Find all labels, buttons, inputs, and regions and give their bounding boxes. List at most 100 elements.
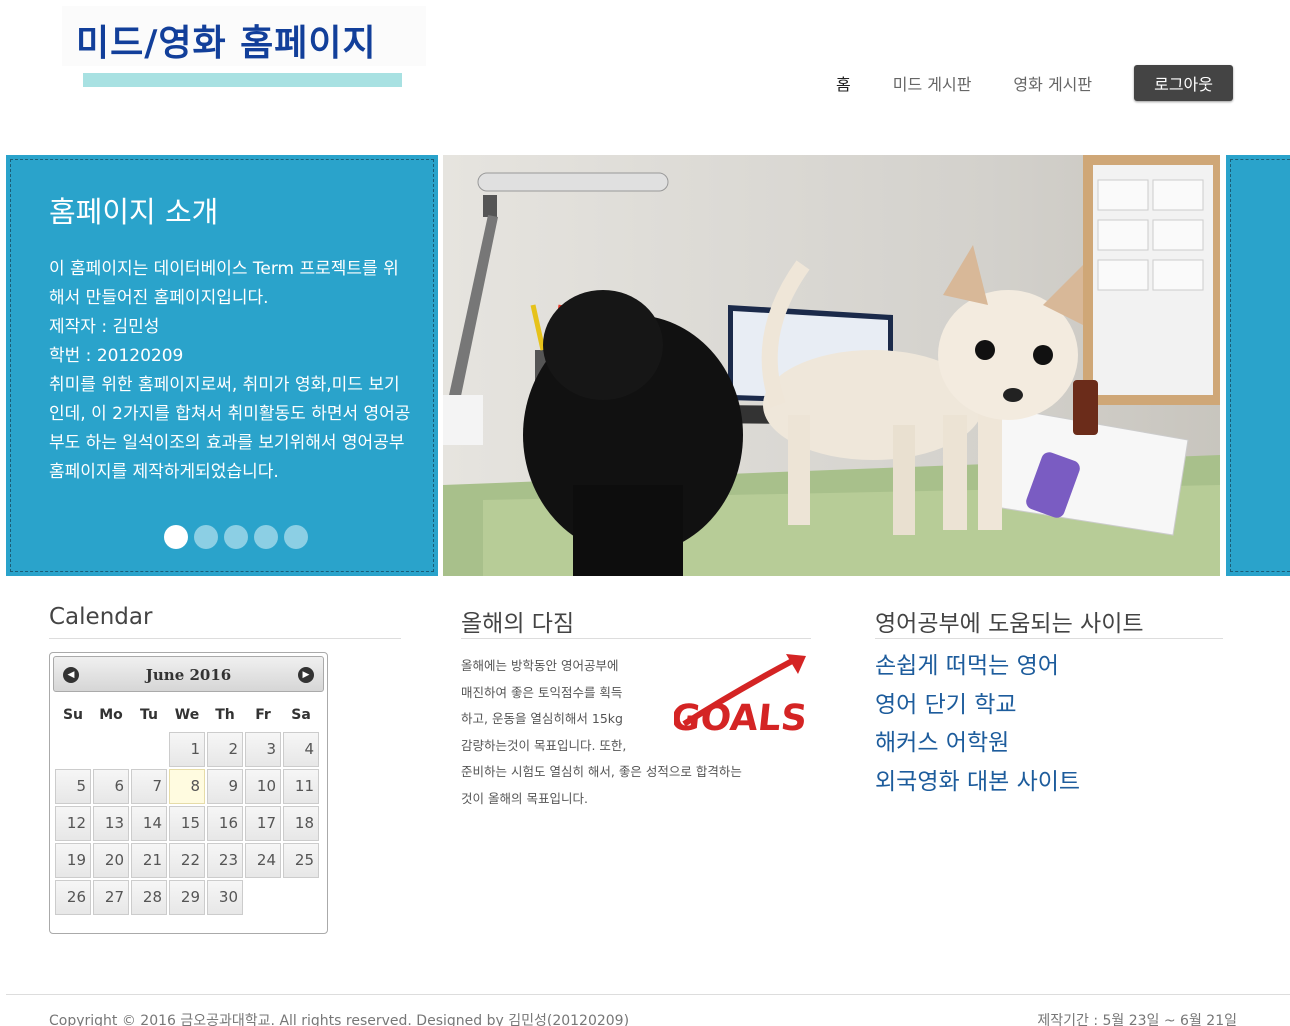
footer-copyright: Copyright © 2016 금오공과대학교. All rights res… <box>49 1013 630 1026</box>
nav-movie-board-link[interactable]: 영화 게시판 <box>1013 71 1092 95</box>
link-easy-english[interactable]: 손쉽게 떠먹는 영어 <box>875 647 1080 686</box>
calendar-day-cell[interactable]: 2 <box>207 732 243 767</box>
calendar-day-cell[interactable]: 21 <box>131 843 167 878</box>
calendar-day[interactable]: 28 <box>131 880 167 915</box>
calendar-day[interactable]: 5 <box>55 769 91 804</box>
calendar-day[interactable]: 17 <box>245 806 281 841</box>
calendar-day-cell[interactable]: 11 <box>283 769 319 804</box>
goals-word: GOALS <box>674 697 809 737</box>
calendar-day-cell[interactable]: 17 <box>245 806 281 841</box>
calendar-day[interactable]: 24 <box>245 843 281 878</box>
calendar-day-cell[interactable]: 5 <box>55 769 91 804</box>
calendar-day-cell[interactable]: 8 <box>169 769 205 804</box>
calendar-day[interactable]: 4 <box>283 732 319 767</box>
site-logo-title[interactable]: 미드/영화 홈페이지 <box>76 14 377 66</box>
footer-divider <box>6 994 1290 995</box>
calendar-day-cell[interactable]: 3 <box>245 732 281 767</box>
calendar-weekday: Th <box>215 707 235 723</box>
link-hackers-academy[interactable]: 해커스 어학원 <box>875 724 1080 763</box>
calendar-day[interactable]: 20 <box>93 843 129 878</box>
next-circle-icon[interactable]: ▶ <box>298 667 314 683</box>
calendar-day[interactable]: 2 <box>207 732 243 767</box>
slider-dot[interactable] <box>164 525 188 549</box>
calendar-day[interactable]: 13 <box>93 806 129 841</box>
resolution-section-title: 올해의 다짐 <box>461 611 575 637</box>
calendar-day-cell[interactable]: 27 <box>93 880 129 915</box>
calendar-day-cell[interactable]: 4 <box>283 732 319 767</box>
goals-image: GOALS <box>669 652 812 739</box>
calendar-day[interactable]: 18 <box>283 806 319 841</box>
calendar-day[interactable]: 19 <box>55 843 91 878</box>
calendar-day[interactable]: 9 <box>207 769 243 804</box>
dogs-photo-illustration <box>443 155 1220 576</box>
calendar-day[interactable]: 14 <box>131 806 167 841</box>
calendar-day-cell[interactable]: 20 <box>93 843 129 878</box>
calendar-day[interactable]: 3 <box>245 732 281 767</box>
calendar-day-cell[interactable]: 25 <box>283 843 319 878</box>
calendar-day-cell[interactable]: 22 <box>169 843 205 878</box>
slider-dot[interactable] <box>194 525 218 549</box>
slider-dot[interactable] <box>284 525 308 549</box>
calendar-day[interactable]: 15 <box>169 806 205 841</box>
resolution-line: 것이 올해의 목표입니다. <box>461 790 588 806</box>
calendar-day[interactable]: 29 <box>169 880 205 915</box>
logo-underline-bar <box>83 73 402 87</box>
calendar-day-cell[interactable]: 24 <box>245 843 281 878</box>
calendar-empty-cell <box>55 732 91 767</box>
calendar-day-cell[interactable]: 23 <box>207 843 243 878</box>
calendar-day[interactable]: 30 <box>207 880 243 915</box>
calendar-day-cell[interactable]: 28 <box>131 880 167 915</box>
calendar-day-cell[interactable]: 16 <box>207 806 243 841</box>
calendar-day[interactable]: 7 <box>131 769 167 804</box>
calendar-day[interactable]: 11 <box>283 769 319 804</box>
calendar-day[interactable]: 6 <box>93 769 129 804</box>
intro-paragraph: 제작자 : 김민성 <box>49 317 160 337</box>
next-slide-border <box>1230 159 1290 572</box>
calendar-day-cell[interactable]: 9 <box>207 769 243 804</box>
link-movie-script-site[interactable]: 외국영화 대본 사이트 <box>875 763 1080 802</box>
calendar-day[interactable]: 16 <box>207 806 243 841</box>
calendar-week-row: 12 13 14 15 16 17 18 <box>55 806 319 841</box>
calendar-day-cell[interactable]: 6 <box>93 769 129 804</box>
calendar-day-cell[interactable]: 15 <box>169 806 205 841</box>
calendar-day-cell[interactable]: 19 <box>55 843 91 878</box>
section-divider <box>875 638 1223 639</box>
calendar-week-row: 5 6 7 8 9 10 11 <box>55 769 319 804</box>
calendar-day-cell[interactable]: 26 <box>55 880 91 915</box>
calendar-day[interactable]: 22 <box>169 843 205 878</box>
calendar-week-row: 1234 <box>55 732 319 767</box>
calendar-day[interactable]: 12 <box>55 806 91 841</box>
links-section-title: 영어공부에 도움되는 사이트 <box>875 611 1144 637</box>
link-english-short-school[interactable]: 영어 단기 학교 <box>875 686 1080 725</box>
calendar-day-cell[interactable]: 7 <box>131 769 167 804</box>
nav-home-link[interactable]: 홈 <box>836 71 851 95</box>
calendar-day[interactable]: 25 <box>283 843 319 878</box>
calendar-weekday: Mo <box>99 707 123 723</box>
calendar-day-cell[interactable]: 29 <box>169 880 205 915</box>
calendar-day-cell[interactable]: 13 <box>93 806 129 841</box>
section-divider <box>49 638 401 639</box>
calendar-section-title: Calendar <box>49 604 153 630</box>
calendar-day[interactable]: 8 <box>169 769 205 804</box>
resolution-line: 준비하는 시험도 열심히 해서, 좋은 성적으로 합격하는 <box>461 764 742 780</box>
calendar-day[interactable]: 26 <box>55 880 91 915</box>
calendar-day[interactable]: 27 <box>93 880 129 915</box>
calendar-day[interactable]: 1 <box>169 732 205 767</box>
calendar-day[interactable]: 21 <box>131 843 167 878</box>
calendar-month-label: June 2016 <box>145 666 232 684</box>
calendar-week-row: 19 20 21 22 23 24 25 <box>55 843 319 878</box>
calendar-day-cell[interactable]: 18 <box>283 806 319 841</box>
nav-drama-board-link[interactable]: 미드 게시판 <box>893 71 972 95</box>
calendar-day-cell[interactable]: 10 <box>245 769 281 804</box>
slider-dot[interactable] <box>224 525 248 549</box>
logout-button[interactable]: 로그아웃 <box>1134 65 1233 101</box>
calendar-day-cell[interactable]: 1 <box>169 732 205 767</box>
calendar-weekday: Tu <box>140 707 158 723</box>
calendar-day[interactable]: 23 <box>207 843 243 878</box>
calendar-day-cell[interactable]: 30 <box>207 880 243 915</box>
footer-production-period: 제작기간 : 5월 23일 ~ 6월 21일 <box>1037 1013 1237 1026</box>
slider-dot[interactable] <box>254 525 278 549</box>
calendar-day-cell[interactable]: 12 <box>55 806 91 841</box>
calendar-day[interactable]: 10 <box>245 769 281 804</box>
calendar-day-cell[interactable]: 14 <box>131 806 167 841</box>
